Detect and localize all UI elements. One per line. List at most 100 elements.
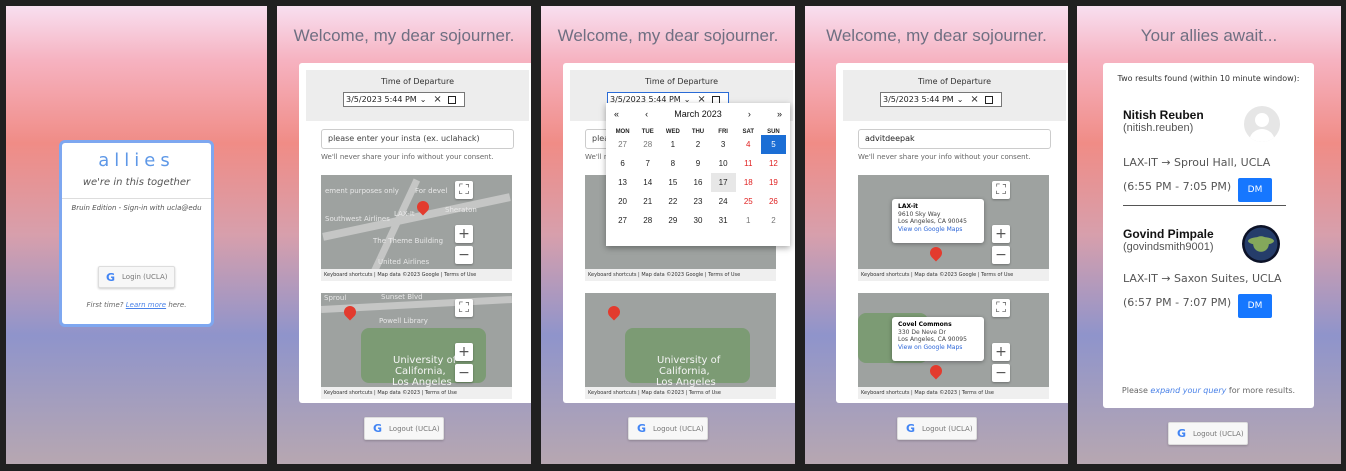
- fullscreen-icon[interactable]: ⛶: [992, 181, 1010, 199]
- calendar-day[interactable]: 27: [610, 135, 635, 154]
- insta-input[interactable]: please enter your insta (ex. uclahack): [321, 129, 514, 149]
- calendar-day[interactable]: 26: [761, 192, 786, 211]
- dm-button[interactable]: DM: [1238, 178, 1272, 202]
- chevron-down-icon: ⌄: [419, 95, 427, 104]
- calendar-day[interactable]: 27: [610, 211, 635, 230]
- calendar-day[interactable]: 6: [610, 154, 635, 173]
- calendar-day[interactable]: 23: [685, 192, 710, 211]
- calendar-week: 20 21 22 23 24 25 26: [610, 192, 786, 211]
- expand-query-link[interactable]: expand your query: [1150, 386, 1226, 395]
- clear-icon[interactable]: ×: [970, 94, 978, 105]
- google-icon: G: [106, 270, 116, 284]
- login-card: allies we're in this together Bruin Edit…: [59, 140, 214, 327]
- map-pin-icon[interactable]: [927, 244, 945, 262]
- calendar-day[interactable]: 22: [660, 192, 685, 211]
- calendar-week: 6 7 8 9 10 11 12: [610, 154, 786, 173]
- dm-button[interactable]: DM: [1238, 294, 1272, 318]
- calendar-day[interactable]: 24: [711, 192, 736, 211]
- calendar-day[interactable]: 14: [635, 173, 660, 192]
- calendar-day[interactable]: 28: [635, 211, 660, 230]
- results-card: Two results found (within 10 minute wind…: [1103, 63, 1314, 408]
- result-person: Nitish Reuben (nitish.reuben): [1123, 108, 1204, 134]
- route-text: LAX-IT → Sproul Hall, UCLA: [1123, 156, 1271, 169]
- prev-month-button[interactable]: ‹: [645, 109, 648, 119]
- fullscreen-icon[interactable]: ⛶: [455, 181, 473, 199]
- date-picker[interactable]: « ‹ March 2023 › » MON TUE WED THU FRI SAT SUN…: [606, 103, 790, 246]
- calendar-day[interactable]: 16: [685, 173, 710, 192]
- result-person: Govind Pimpale (govindsmith9001): [1123, 227, 1214, 253]
- next-month-button[interactable]: ›: [748, 109, 751, 119]
- zoom-in-button[interactable]: +: [992, 343, 1010, 361]
- destination-map[interactable]: University of California, Los Angeles Keybo…: [585, 293, 776, 399]
- google-icon: G: [906, 422, 916, 435]
- logout-button[interactable]: G Logout (UCLA): [1168, 422, 1248, 445]
- calendar-day[interactable]: 9: [685, 154, 710, 173]
- calendar-day[interactable]: 29: [660, 211, 685, 230]
- google-icon: G: [373, 422, 383, 435]
- calendar-day[interactable]: 20: [610, 192, 635, 211]
- calendar-day[interactable]: 17: [710, 173, 736, 192]
- zoom-out-button[interactable]: −: [992, 364, 1010, 382]
- calendar-day[interactable]: 7: [635, 154, 660, 173]
- calendar-day[interactable]: 30: [685, 211, 710, 230]
- calendar-day[interactable]: 3: [711, 135, 736, 154]
- zoom-out-button[interactable]: −: [455, 364, 473, 382]
- form-card: Time of Departure 3/5/2023 5:44 PM ⌄ × adv…: [836, 63, 1068, 403]
- calendar-day[interactable]: 31: [711, 211, 736, 230]
- zoom-in-button[interactable]: +: [455, 343, 473, 361]
- pickup-map[interactable]: ement purposes only For devel Southwest …: [321, 175, 512, 281]
- page-title: Welcome, my dear sojourner.: [826, 26, 1047, 45]
- destination-map[interactable]: Sproul Sunset Blvd Powell Library Univer…: [321, 293, 512, 399]
- person-name: Govind Pimpale: [1123, 227, 1214, 241]
- next-year-button[interactable]: »: [777, 109, 782, 119]
- calendar-day[interactable]: 21: [635, 192, 660, 211]
- fullscreen-icon[interactable]: ⛶: [455, 299, 473, 317]
- calendar-day[interactable]: 18: [736, 173, 761, 192]
- map-pin-icon[interactable]: [927, 362, 945, 380]
- zoom-out-button[interactable]: −: [992, 246, 1010, 264]
- fullscreen-icon[interactable]: ⛶: [992, 299, 1010, 317]
- zoom-in-button[interactable]: +: [455, 225, 473, 243]
- calendar-day[interactable]: 1: [660, 135, 685, 154]
- map-popup: LAX-it 9610 Sky Way Los Angeles, CA 90045 V…: [892, 199, 984, 243]
- datetime-input[interactable]: 3/5/2023 5:44 PM ⌄ ×: [880, 92, 1002, 107]
- calendar-icon[interactable]: [447, 95, 456, 104]
- calendar-day[interactable]: 4: [736, 135, 761, 154]
- login-button[interactable]: G Login (UCLA): [98, 266, 175, 288]
- calendar-day[interactable]: 2: [685, 135, 710, 154]
- calendar-day[interactable]: 8: [660, 154, 685, 173]
- calendar-day[interactable]: 12: [761, 154, 786, 173]
- departure-panel: Time of Departure 3/5/2023 5:44 PM ⌄ ×: [843, 70, 1066, 121]
- zoom-out-button[interactable]: −: [455, 246, 473, 264]
- map-pin-icon[interactable]: [605, 303, 623, 321]
- calendar-day[interactable]: 11: [736, 154, 761, 173]
- logout-button[interactable]: G Logout (UCLA): [628, 417, 708, 440]
- calendar-day[interactable]: 25: [736, 192, 761, 211]
- result-divider: [1123, 205, 1286, 206]
- calendar-day[interactable]: 1: [736, 211, 761, 230]
- calendar-day[interactable]: 19: [761, 173, 786, 192]
- time-window: (6:57 PM - 7:07 PM): [1123, 296, 1232, 309]
- privacy-note: We'll never share your info without your…: [321, 153, 494, 161]
- calendar-day[interactable]: 13: [610, 173, 635, 192]
- calendar-day[interactable]: 2: [761, 211, 786, 230]
- prev-year-button[interactable]: «: [614, 109, 619, 119]
- logout-button[interactable]: G Logout (UCLA): [897, 417, 977, 440]
- calendar-day[interactable]: 10: [711, 154, 736, 173]
- clear-icon[interactable]: ×: [433, 94, 441, 105]
- logout-button[interactable]: G Logout (UCLA): [364, 417, 444, 440]
- page-title: Welcome, my dear sojourner.: [557, 26, 779, 45]
- calendar-day[interactable]: 15: [660, 173, 685, 192]
- insta-input[interactable]: advitdeepak: [858, 129, 1051, 149]
- destination-map[interactable]: Covel Commons 330 De Neve Dr Los Angeles, …: [858, 293, 1049, 399]
- zoom-in-button[interactable]: +: [992, 225, 1010, 243]
- learn-more-link[interactable]: Learn more: [126, 301, 166, 309]
- calendar-icon[interactable]: [984, 95, 993, 104]
- google-icon: G: [1177, 427, 1187, 440]
- calendar-day[interactable]: 28: [635, 135, 660, 154]
- datetime-input[interactable]: 3/5/2023 5:44 PM ⌄ ×: [343, 92, 465, 107]
- calendar-day[interactable]: 5: [760, 135, 786, 154]
- map-footer: Keyboard shortcuts | Map data ©2023 | Te…: [321, 387, 512, 399]
- location-screen: Welcome, my dear sojourner. Time of Depa…: [805, 6, 1068, 464]
- pickup-map[interactable]: LAX-it 9610 Sky Way Los Angeles, CA 90045 V…: [858, 175, 1049, 281]
